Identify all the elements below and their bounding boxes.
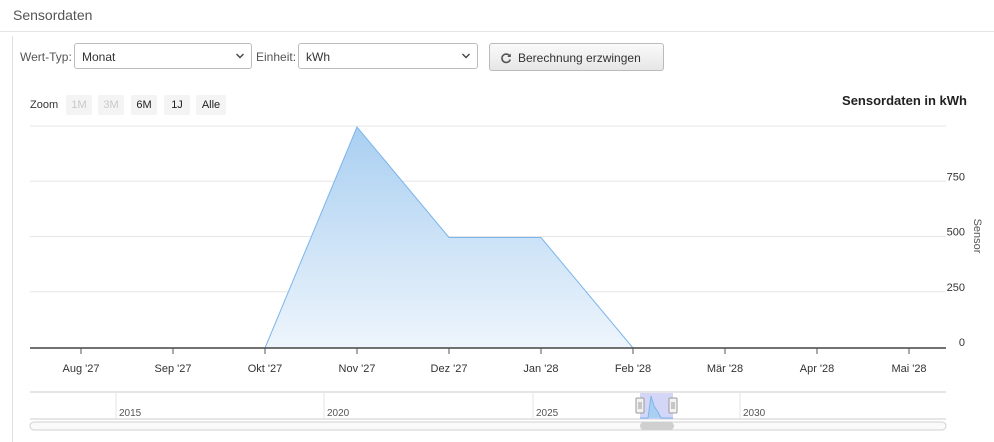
navigator-handle-body[interactable] [668,397,678,414]
navigator-label: 2020 [327,408,350,419]
x-tick-label: Nov '27 [339,363,376,375]
data-series [29,126,910,349]
navigator-handle[interactable] [635,397,645,414]
navigator-scrollbar-thumb[interactable] [640,422,674,430]
y-tick-label: 750 [947,171,965,183]
x-tick-label: Okt '27 [248,363,283,375]
y-axis-title: Sensor [971,219,983,254]
navigator-handle-body[interactable] [635,397,645,414]
navigator[interactable]: 2015 2020 2025 2030 [29,391,947,431]
x-tick-label: Sep '27 [155,363,192,375]
y-tick-label: 0 [959,337,965,349]
x-tick-label: Jan '28 [523,363,558,375]
navigator-label: 2025 [536,408,559,419]
x-tick-label: Aug '27 [63,363,100,375]
x-tick-label: Dez '27 [431,363,468,375]
navigator-handle[interactable] [668,397,678,414]
x-tick-label: Feb '28 [615,363,651,375]
y-tick-label: 500 [947,227,965,239]
x-tick-label: Apr '28 [800,363,835,375]
x-axis: Aug '27 Sep '27 Okt '27 Nov '27 Dez '27 Jan '… [30,347,946,375]
x-tick-label: Mär '28 [707,363,743,375]
y-tick-label: 250 [947,282,965,294]
chart-canvas: Aug '27 Sep '27 Okt '27 Nov '27 Dez '27 Jan '… [29,125,983,431]
x-tick-label: Mai '28 [891,363,926,375]
y-axis: 0 250 500 750 [947,171,965,349]
navigator-label: 2015 [119,408,142,419]
navigator-scrollbar-track[interactable] [29,421,947,431]
navigator-label: 2030 [743,408,766,419]
